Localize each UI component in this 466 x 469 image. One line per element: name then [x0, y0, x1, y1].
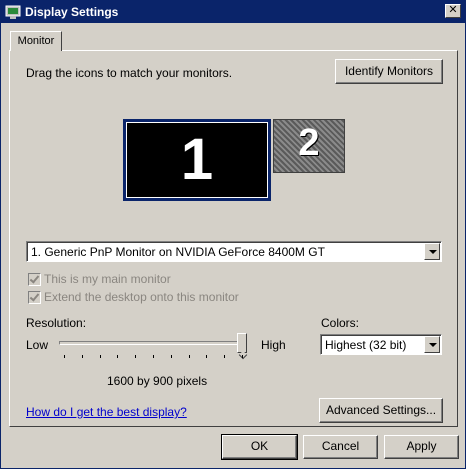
slider-tick — [224, 355, 226, 358]
colors-label: Colors: — [321, 316, 360, 330]
title-bar[interactable]: Display Settings ✕ — [1, 1, 465, 23]
ok-button[interactable]: OK — [221, 434, 298, 460]
drag-instructions: Drag the icons to match your monitors. — [26, 66, 233, 80]
monitor-panel — [9, 50, 458, 427]
tab-monitor[interactable]: Monitor — [10, 31, 62, 51]
advanced-settings-button[interactable]: Advanced Settings... — [319, 398, 443, 423]
slider-tick — [117, 355, 119, 358]
main-monitor-label: This is my main monitor — [44, 272, 171, 286]
monitor-2-number: 2 — [298, 122, 320, 164]
chevron-down-icon[interactable] — [424, 243, 440, 260]
cancel-button[interactable]: Cancel — [303, 435, 378, 459]
slider-tick — [81, 355, 83, 358]
slider-tick — [170, 355, 172, 358]
close-button[interactable]: ✕ — [445, 4, 461, 18]
slider-tick — [188, 355, 190, 358]
slider-tick — [135, 355, 137, 358]
identify-monitors-button[interactable]: Identify Monitors — [335, 59, 443, 84]
window-title: Display Settings — [25, 5, 119, 19]
resolution-slider-thumb[interactable] — [237, 333, 247, 353]
resolution-slider-track[interactable] — [59, 341, 247, 345]
display-settings-icon — [5, 5, 21, 19]
resolution-value: 1600 by 900 pixels — [107, 374, 208, 388]
apply-button[interactable]: Apply — [384, 435, 459, 459]
slider-tick — [64, 355, 65, 358]
display-settings-window: Display Settings ✕ Monitor Drag the icon… — [0, 0, 466, 469]
extend-desktop-label: Extend the desktop onto this monitor — [44, 290, 239, 304]
colors-select[interactable]: Highest (32 bit) — [320, 334, 442, 355]
resolution-low-label: Low — [26, 338, 49, 352]
monitor-1-icon[interactable]: 1 — [123, 119, 271, 201]
chevron-down-icon[interactable] — [424, 336, 440, 353]
slider-tick — [99, 355, 101, 358]
main-monitor-checkbox[interactable] — [28, 273, 41, 286]
resolution-high-label: High — [261, 338, 286, 352]
monitor-1-number: 1 — [180, 127, 214, 192]
slider-tick — [153, 355, 154, 358]
best-display-help-link[interactable]: How do I get the best display? — [26, 405, 187, 419]
resolution-label: Resolution: — [26, 316, 87, 330]
slider-tick — [206, 355, 208, 358]
slider-tick — [242, 355, 243, 358]
monitor-select[interactable]: 1. Generic PnP Monitor on NVIDIA GeForce… — [26, 241, 442, 262]
close-icon: ✕ — [448, 4, 458, 16]
monitor-select-value: 1. Generic PnP Monitor on NVIDIA GeForce… — [31, 245, 325, 259]
colors-select-value: Highest (32 bit) — [325, 338, 407, 352]
monitor-2-icon[interactable]: 2 — [273, 119, 345, 173]
extend-desktop-checkbox[interactable] — [28, 291, 41, 304]
